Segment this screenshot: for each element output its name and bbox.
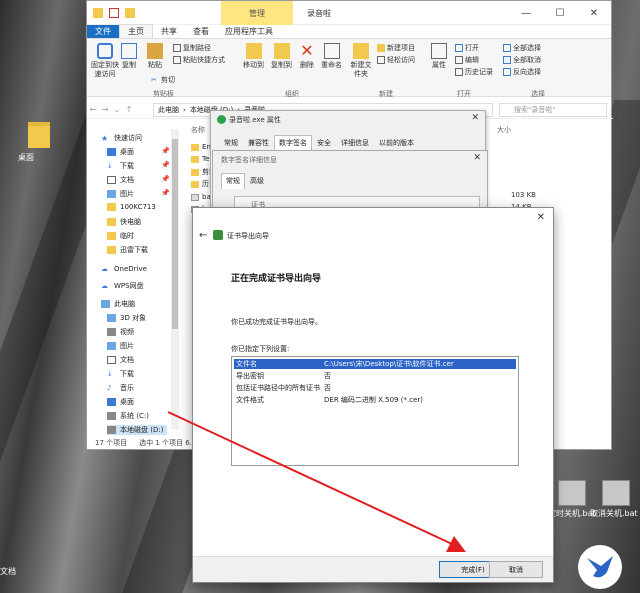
- annotation-arrow: [167, 411, 466, 552]
- arrow-head: [446, 536, 466, 552]
- arrow-line: [167, 411, 453, 545]
